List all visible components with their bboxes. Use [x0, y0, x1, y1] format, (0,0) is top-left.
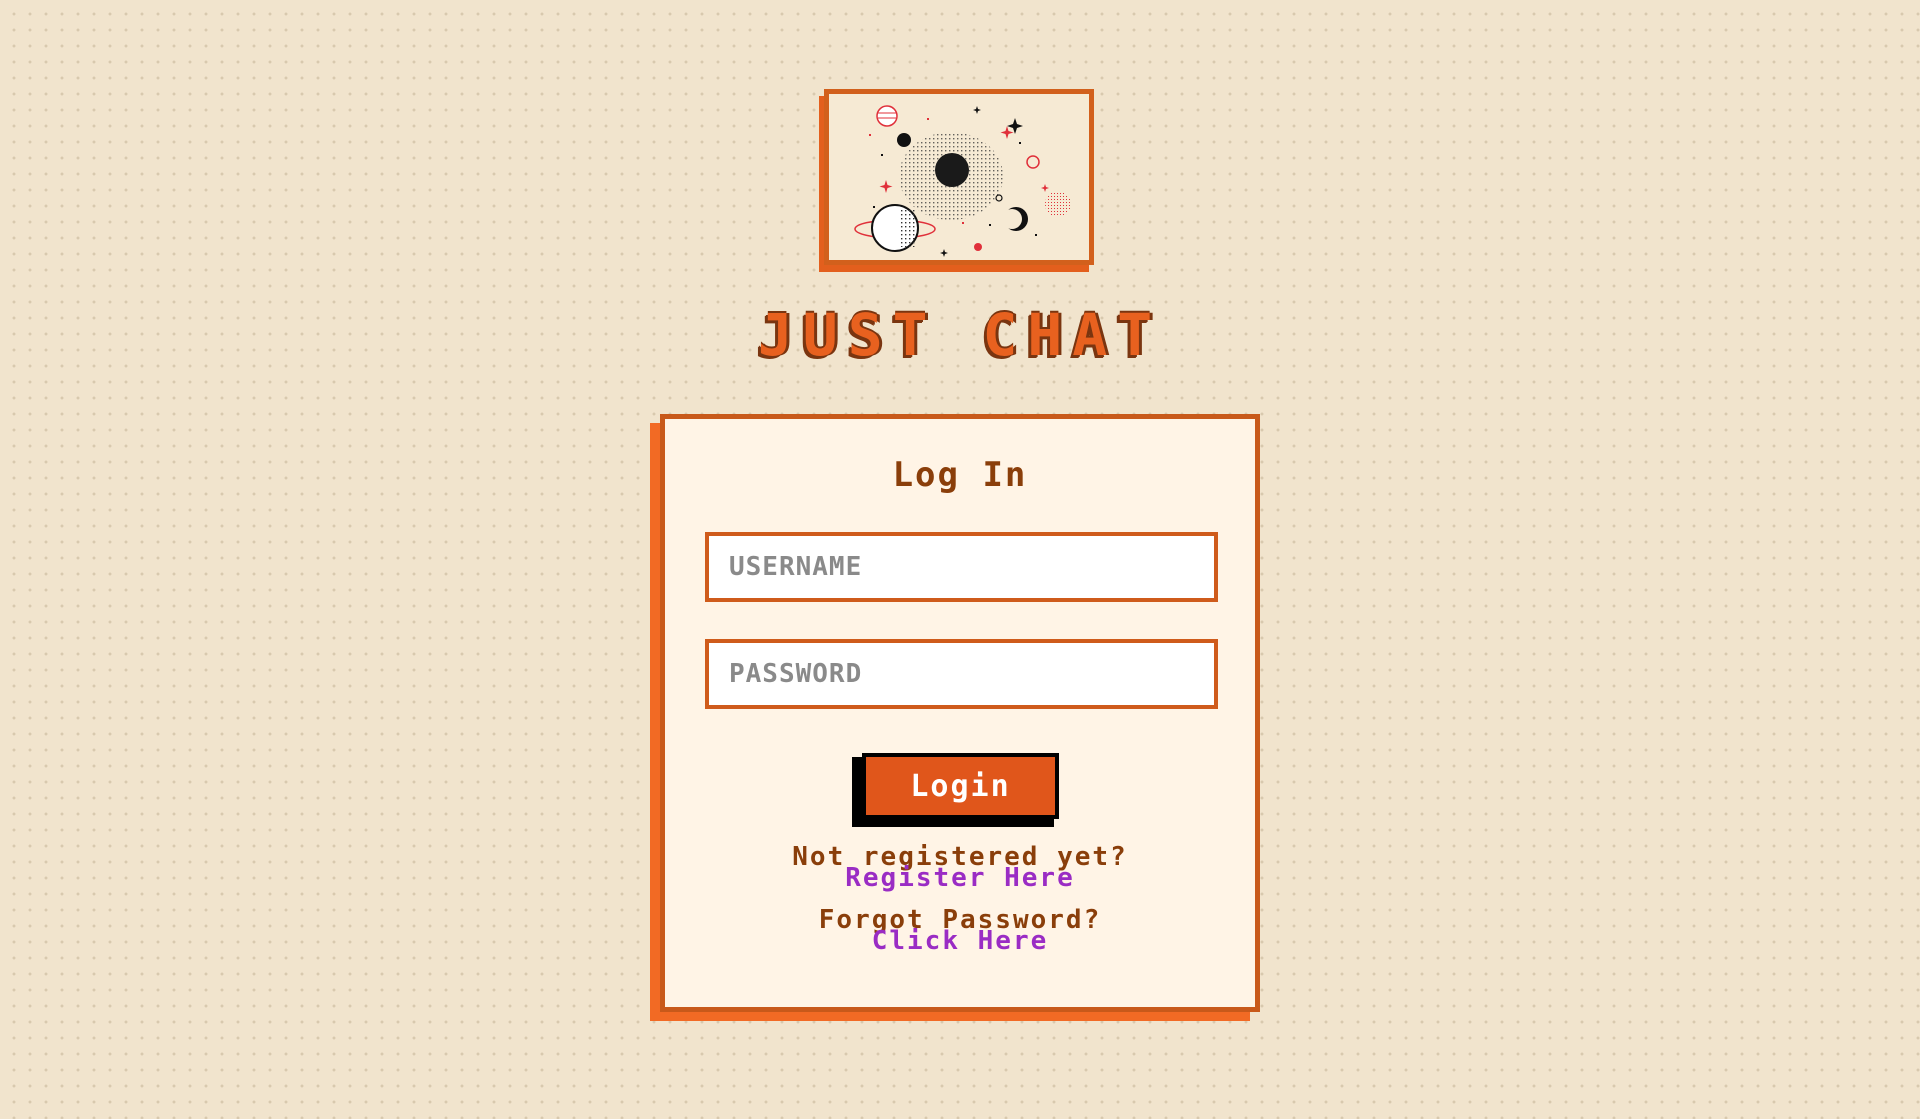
- forgot-password-link[interactable]: Click Here: [872, 928, 1049, 954]
- register-prompt: Not registered yet? Register Here: [665, 844, 1255, 891]
- app-title: JUST CHAT: [757, 301, 1163, 369]
- login-card: Log In Login Not registered yet? Registe…: [660, 414, 1260, 1012]
- password-input[interactable]: [709, 643, 1214, 705]
- forgot-password-prompt: Forgot Password? Click Here: [665, 907, 1255, 954]
- space-planets-icon: [854, 105, 1071, 257]
- login-title: Log In: [892, 455, 1028, 495]
- login-button[interactable]: Login: [862, 753, 1059, 819]
- username-field-frame: [705, 532, 1218, 602]
- password-field-frame: [705, 639, 1218, 709]
- username-input[interactable]: [709, 536, 1214, 598]
- register-link[interactable]: Register Here: [845, 865, 1075, 891]
- logo-image: [824, 89, 1094, 265]
